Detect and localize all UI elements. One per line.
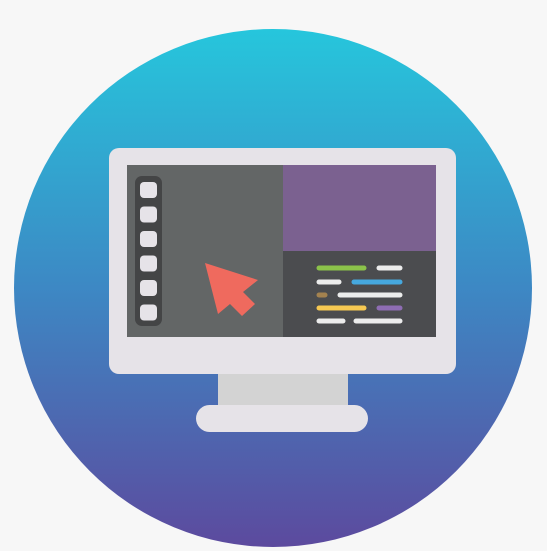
toolbar-button (140, 231, 157, 247)
toolbar-button (140, 255, 157, 272)
toolbar-button (140, 182, 157, 198)
monitor-base (196, 405, 368, 432)
toolbar-button (140, 280, 157, 296)
screen-top-right-panel (283, 165, 436, 251)
computer-icon-illustration (14, 29, 532, 547)
illustration-stage (0, 0, 547, 551)
toolbar-button (140, 206, 157, 223)
screen-toolbar (135, 176, 162, 326)
toolbar-button (140, 304, 157, 321)
